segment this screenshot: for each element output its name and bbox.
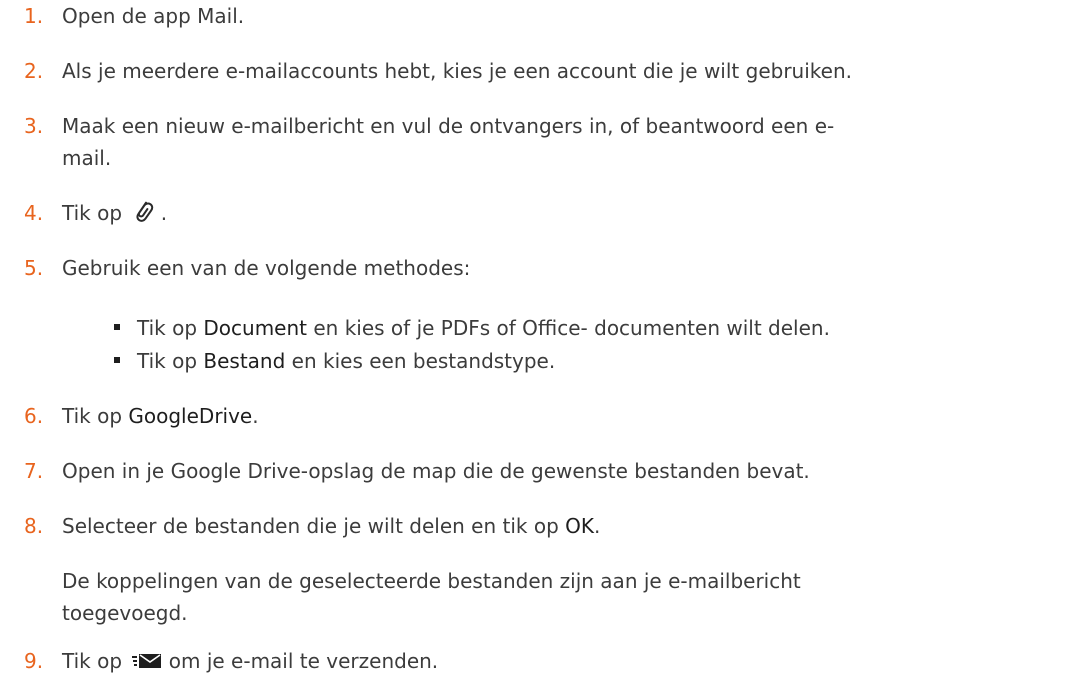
step-number: 2. (24, 59, 44, 83)
bullet-text: Tik op Document en kies of je PDFs of Of… (137, 313, 830, 343)
bullet-text-after: en kies een bestandstype. (291, 349, 556, 373)
bullet-text-before: Tik op (137, 316, 198, 340)
option-ok: OK (565, 514, 594, 538)
step-number: 5. (24, 256, 44, 280)
bullet-text-after: en kies of je PDFs of Office- documenten… (313, 316, 830, 340)
option-googledrive: GoogleDrive (128, 404, 253, 428)
bullet-text: Tik op Bestand en kies een bestandstype. (137, 346, 555, 376)
step-number: 1. (24, 4, 44, 28)
step-text-line: Maak een nieuw e-mailbericht en vul de o… (62, 114, 835, 138)
bullet-text-before: Tik op (137, 349, 198, 373)
bullet-option-document: Document (203, 316, 308, 340)
step-number: 3. (24, 114, 44, 138)
paperclip-icon (132, 198, 154, 231)
step-text: Tik op om je e-mail te verzenden. (62, 645, 1072, 679)
bullet-square (114, 324, 120, 330)
result-paragraph: De koppelingen van de geselecteerde best… (62, 565, 1072, 629)
bullet-item-document: Tik op Document en kies of je PDFs of Of… (0, 313, 1091, 343)
step-text-after: . (594, 514, 601, 538)
send-mail-icon (132, 647, 162, 679)
result-line: De koppelingen van de geselecteerde best… (62, 569, 801, 593)
step-text: Maak een nieuw e-mailbericht en vul de o… (62, 110, 1072, 174)
step-text-line: mail. (62, 146, 112, 170)
step-text: Tik op . (62, 197, 1072, 231)
step-text: Open in je Google Drive-opslag de map di… (62, 459, 810, 483)
step-text: Tik op GoogleDrive. (62, 400, 1072, 432)
step-number: 9. (24, 649, 44, 673)
step-text-after: om je e-mail te verzenden. (168, 649, 439, 673)
step-text-after: . (252, 404, 259, 428)
step-text: Selecteer de bestanden die je wilt delen… (62, 510, 1072, 542)
bullet-square (114, 357, 120, 363)
step-text-before: Selecteer de bestanden die je wilt delen… (62, 514, 559, 538)
instruction-page: 1. Open de app Mail. 2. Als je meerdere … (0, 0, 1091, 683)
step-number: 4. (24, 201, 44, 225)
step-text-after: . (160, 201, 168, 225)
step-text-before: Tik op (62, 649, 123, 673)
step-number: 8. (24, 514, 44, 538)
step-number: 6. (24, 404, 44, 428)
bullet-option-bestand: Bestand (203, 349, 286, 373)
step-text: Gebruik een van de volgende methodes: (62, 256, 471, 280)
bullet-item-bestand: Tik op Bestand en kies een bestandstype. (0, 346, 1091, 376)
step-text-before: Tik op (62, 404, 123, 428)
result-line: toegevoegd. (62, 601, 188, 625)
step-text: Open de app Mail. (62, 4, 245, 28)
step-number: 7. (24, 459, 44, 483)
step-text-before: Tik op (62, 201, 123, 225)
step-text: Als je meerdere e-mailaccounts hebt, kie… (62, 59, 852, 83)
